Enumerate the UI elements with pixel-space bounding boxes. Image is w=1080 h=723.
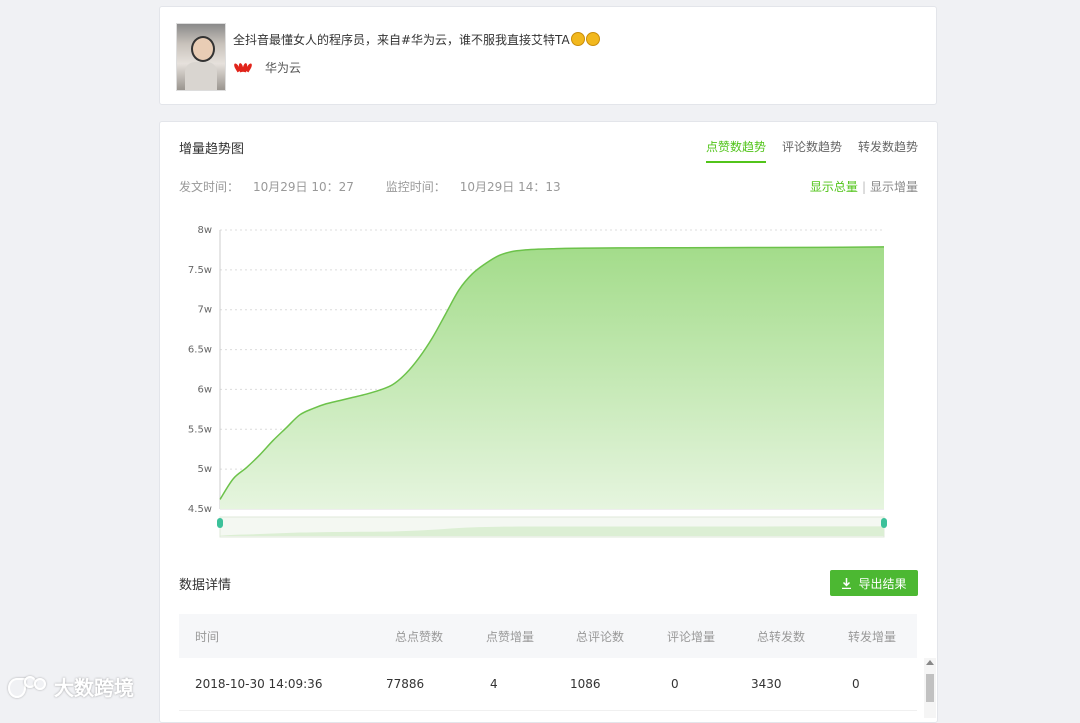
col-header-shares-increment: 转发增量 [848, 629, 897, 644]
emoji-icon [585, 32, 600, 46]
post-card: 全抖音最懂女人的程序员，来自#华为云，谁不服我直接艾特TA 华为云 [159, 6, 937, 105]
table-row[interactable]: 2018-10-30 14:09:36 77886 4 1086 0 3430 … [179, 658, 917, 711]
tab-likes-trend[interactable]: 点赞数趋势 [705, 138, 766, 163]
post-thumbnail[interactable] [176, 23, 226, 91]
thumbnail-person-body [185, 62, 217, 90]
col-header-likes-increment: 点赞增量 [486, 629, 535, 644]
cell-likes-increment: 4 [490, 677, 498, 691]
likes-area-chart: 8w 7.5w 7w 6.5w 6w 5.5w 5w 4.5w [188, 225, 887, 538]
zoom-handle-right[interactable] [881, 518, 887, 528]
toggle-separator: | [861, 180, 866, 194]
details-table: 时间 总点赞数 点赞增量 总评论数 评论增量 总转发数 转发增量 2018-10… [179, 614, 936, 718]
account-row: 华为云 [233, 59, 301, 76]
watermark-text: 大数跨境 [54, 676, 134, 700]
trend-section-title: 增量趋势图 [179, 142, 245, 157]
post-title-text: 全抖音最懂女人的程序员，来自#华为云，谁不服我直接艾特TA [233, 33, 570, 47]
huawei-logo-icon [233, 62, 253, 74]
cell-shares-increment: 0 [852, 677, 860, 691]
y-tick-label: 8w [197, 225, 212, 236]
tab-shares-trend[interactable]: 转发数趋势 [858, 138, 918, 163]
emoji-icon [570, 32, 585, 46]
y-tick-label: 6.5w [188, 345, 212, 356]
y-tick-label: 7.5w [188, 265, 212, 276]
details-section-title: 数据详情 [179, 578, 232, 593]
chart-area [220, 246, 884, 509]
col-header-comments-increment: 评论增量 [667, 629, 716, 644]
export-button-label: 导出结果 [858, 576, 907, 591]
cell-total-shares: 3430 [751, 677, 782, 691]
trend-card: 增量趋势图 点赞数趋势 评论数趋势 转发数趋势 发文时间： 10月29日 10：2… [159, 121, 938, 723]
scroll-thumb[interactable] [926, 674, 934, 702]
cell-comments-increment: 0 [671, 677, 679, 691]
col-header-total-comments: 总评论数 [576, 629, 625, 644]
cell-time: 2018-10-30 14:09:36 [195, 677, 323, 691]
table-header: 时间 总点赞数 点赞增量 总评论数 评论增量 总转发数 转发增量 [179, 614, 917, 658]
monitor-time: 监控时间： 10月29日 14：13 [386, 180, 575, 194]
thumbnail-person-face [191, 36, 215, 62]
zoom-handle-left[interactable] [217, 518, 223, 528]
show-increment-toggle[interactable]: 显示增量 [870, 180, 918, 194]
cell-total-comments: 1086 [570, 677, 601, 691]
y-tick-label: 5.5w [188, 424, 212, 435]
publish-time-label: 发文时间： [179, 180, 240, 194]
y-tick-label: 6w [197, 384, 212, 395]
col-header-total-likes: 总点赞数 [395, 629, 444, 644]
watermark: 大数跨境 [8, 672, 134, 701]
col-header-time: 时间 [195, 629, 220, 644]
export-button[interactable]: 导出结果 [830, 570, 918, 596]
monitor-time-label: 监控时间： [385, 180, 446, 194]
display-toggle: 显示总量 | 显示增量 [810, 178, 918, 195]
download-icon [842, 577, 852, 589]
publish-time: 发文时间： 10月29日 10：27 [179, 180, 368, 194]
show-total-toggle[interactable]: 显示总量 [810, 180, 858, 194]
watermark-logo-icon [8, 675, 48, 698]
publish-time-value: 10月29日 10：27 [253, 180, 354, 194]
account-name[interactable]: 华为云 [265, 59, 301, 76]
col-header-total-shares: 总转发数 [757, 629, 806, 644]
tab-comments-trend[interactable]: 评论数趋势 [782, 138, 842, 163]
cell-total-likes: 77886 [386, 677, 425, 691]
y-tick-label: 5w [197, 464, 212, 475]
monitor-time-value: 10月29日 14：13 [459, 180, 561, 194]
table-scrollbar[interactable] [924, 658, 936, 718]
post-title[interactable]: 全抖音最懂女人的程序员，来自#华为云，谁不服我直接艾特TA [233, 31, 600, 48]
time-meta: 发文时间： 10月29日 10：27 监控时间： 10月29日 14：13 [179, 178, 589, 195]
scroll-up-arrow-icon[interactable] [926, 660, 934, 665]
trend-tabs: 点赞数趋势 评论数趋势 转发数趋势 [705, 138, 918, 163]
y-tick-label: 7w [197, 305, 212, 316]
y-tick-label: 4.5w [188, 504, 212, 515]
